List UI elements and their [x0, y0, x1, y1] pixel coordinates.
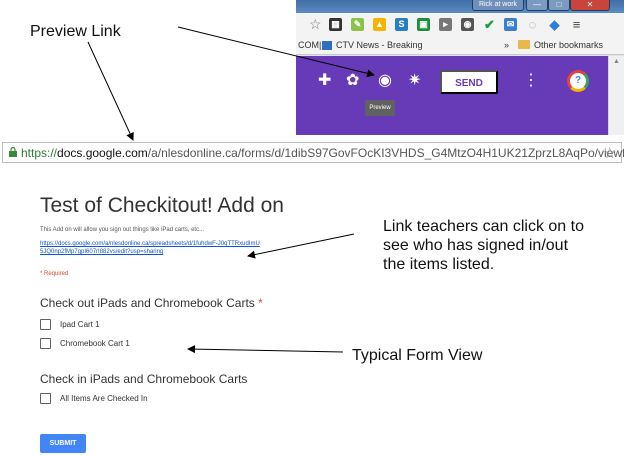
spreadsheet-link[interactable]: https://docs.google.com/a/nlesdonline.ca…: [40, 240, 260, 256]
checkbox-label: Ipad Cart 1: [60, 320, 100, 329]
other-bookmarks-folder[interactable]: Other bookmarks: [534, 40, 603, 50]
bookmarks-bar: COM| CTV News - Breaking » Other bookmar…: [296, 37, 624, 55]
bookmark-ctv-news[interactable]: CTV News - Breaking: [336, 40, 423, 50]
link-teachers-callout: Link teachers can click on to see who ha…: [383, 217, 584, 274]
checkbox-label: Chromebook Cart 1: [60, 339, 130, 348]
url-scheme: https://: [21, 146, 58, 160]
preview-link-callout: Preview Link: [30, 23, 121, 40]
address-bar[interactable]: https://docs.google.com/a/nlesdonline.ca…: [2, 142, 624, 163]
pocket-extension-icon[interactable]: ◉: [461, 18, 474, 31]
typical-form-view-callout: Typical Form View: [352, 347, 483, 364]
bookmarks-overflow-icon[interactable]: »: [504, 40, 509, 50]
checkout-question-text: Check out iPads and Chromebook Carts: [40, 296, 255, 310]
send-button[interactable]: SEND: [440, 70, 498, 94]
checkbox[interactable]: [40, 338, 51, 349]
url-domain: docs.google.com: [57, 146, 148, 160]
window-titlebar: Rick at work — □ ✕: [296, 0, 624, 13]
scrollbar[interactable]: ▲: [608, 56, 624, 135]
bookmark-page-star-icon[interactable]: ☆: [603, 144, 616, 162]
arrow-to-form-view: [187, 345, 344, 354]
bookmark-star-icon[interactable]: ☆: [309, 16, 322, 33]
addons-puzzle-icon[interactable]: ✚: [318, 72, 331, 90]
extension-toolbar: ☆ ▦ ✎ ▲ S ▣ ▸ ◉ ✔ ✉ ◌ ◆ ≡: [296, 13, 624, 37]
form-description: This Add on will allow you sign out thin…: [40, 227, 205, 233]
close-window-button[interactable]: ✕: [570, 0, 610, 11]
submit-button[interactable]: SUBMIT: [40, 434, 86, 453]
checkin-question-title: Check in iPads and Chromebook Carts: [40, 372, 248, 386]
drive-extension-icon[interactable]: ▲: [373, 18, 386, 31]
checkbox[interactable]: [40, 319, 51, 330]
arrow-to-address-bar: [87, 41, 134, 141]
feather-extension-icon[interactable]: ✎: [351, 18, 364, 31]
browser-window-crop: Rick at work — □ ✕ ☆ ▦ ✎ ▲ S ▣ ▸ ◉ ✔ ✉ ◌…: [296, 0, 624, 135]
scroll-up-icon[interactable]: ▲: [613, 58, 620, 65]
s-extension-icon[interactable]: S: [395, 18, 408, 31]
form-editor-header: ✚ ✿ ◉ ✷ SEND Preview ⋮ ?: [296, 56, 608, 135]
form-title: Test of Checkitout! Add on: [40, 194, 284, 217]
palette-icon[interactable]: ✿: [346, 72, 359, 90]
folder-icon: [518, 40, 530, 49]
checkout-question-title: Check out iPads and Chromebook Carts *: [40, 296, 263, 310]
settings-gear-icon[interactable]: ✷: [408, 72, 421, 90]
screencast-extension-icon[interactable]: ▸: [439, 18, 452, 31]
film-extension-icon[interactable]: ▦: [329, 18, 342, 31]
menu-icon[interactable]: ≡: [570, 18, 583, 31]
checkbox-option[interactable]: All Items Are Checked In: [40, 393, 148, 404]
checkbox-option[interactable]: Chromebook Cart 1: [40, 338, 130, 349]
checkbox-option[interactable]: Ipad Cart 1: [40, 319, 100, 330]
sync-extension-icon[interactable]: ◌: [526, 18, 539, 31]
maximize-button[interactable]: □: [548, 0, 570, 11]
diamond-extension-icon[interactable]: ◆: [548, 18, 561, 31]
more-options-icon[interactable]: ⋮: [523, 72, 539, 90]
preview-eye-icon[interactable]: ◉: [378, 72, 392, 90]
minimize-button[interactable]: —: [526, 0, 548, 11]
url-text[interactable]: https://docs.google.com/a/nlesdonline.ca…: [21, 146, 624, 160]
lock-icon: [9, 147, 17, 157]
user-profile-button[interactable]: Rick at work: [472, 0, 524, 11]
bookmark-fragment[interactable]: COM|: [298, 40, 321, 50]
url-path: /a/nlesdonline.ca/forms/d/1dibS97GovFOcK…: [147, 146, 624, 160]
link-teachers-line-1: Link teachers can click on to: [383, 218, 584, 235]
required-asterisk: *: [258, 296, 263, 310]
check-extension-icon[interactable]: ✔: [483, 18, 496, 31]
checkbox[interactable]: [40, 393, 51, 404]
checkbox-label: All Items Are Checked In: [60, 394, 148, 403]
required-note: * Required: [40, 271, 69, 277]
ctv-favicon-icon: [322, 41, 332, 50]
link-teachers-line-3: the items listed.: [383, 256, 495, 273]
classroom-extension-icon[interactable]: ▣: [417, 18, 430, 31]
help-icon[interactable]: ?: [567, 70, 589, 92]
preview-tooltip: Preview: [365, 100, 395, 116]
link-teachers-line-2: see who has signed in/out: [383, 237, 569, 254]
arrow-to-spreadsheet-link: [247, 233, 355, 259]
mail-extension-icon[interactable]: ✉: [504, 18, 517, 31]
